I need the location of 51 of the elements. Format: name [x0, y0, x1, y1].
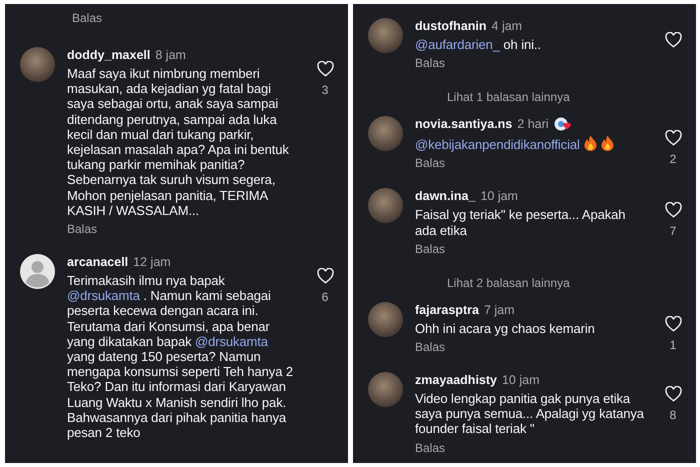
like-count: 8	[670, 408, 676, 422]
timestamp: 2 hari	[517, 116, 549, 132]
heart-icon[interactable]	[664, 32, 682, 48]
view-replies-link[interactable]: Lihat 2 balasan lainnya	[447, 276, 570, 290]
timestamp: 7 jam	[484, 302, 515, 318]
comment-text: Terimakasih ilmu nya bapak @drsukamta . Namun kami sebagai peserta kecewa dengan acara ini. Terutama dari Konsumsi, apa benar yang dikatakan bapak @drsukamta yang dateng 150 peserta? Namun mengapa konsumsi seperti Teh hanya 2 Teko? Dan itu informasi dari Karyawan Luang Waktu x Manish sendiri lho pak. Bahwasannya dari pihak panitia hanya pesan 2 teko	[67, 273, 294, 440]
username[interactable]: doddy_maxell	[67, 47, 150, 63]
comment-text: @kebijakanpendidikanofficial	[415, 135, 646, 152]
reply-link[interactable]: Balas	[415, 56, 446, 70]
username[interactable]: novia.santiya.ns	[415, 116, 512, 132]
avatar-photo[interactable]	[368, 18, 403, 53]
avatar-photo[interactable]	[368, 188, 403, 224]
comment-text: Maaf saya ikut nimbrung memberi masukan, ada kejadian yg fatal bagi saya sebagai ortu, anak saya sampai ditendang perutnya, sampai ada luka kecil dan mual dari tukang parkir, kejelasan masalah apa? Apa ini bentuk tukang parkir memihak panitia? Sebenarnya tak suruh visum segera, Mohon penjelasan panitia, TERIMA KASIH / WASSALAM...	[67, 66, 290, 218]
reply-link[interactable]: Balas	[415, 440, 446, 455]
username[interactable]: dustofhanin	[415, 18, 487, 34]
fire-icon	[584, 135, 597, 152]
like-count: 3	[322, 83, 328, 97]
view-replies-link[interactable]: Lihat 1 balasan lainnya	[447, 90, 570, 104]
reply-link[interactable]: Balas	[67, 222, 98, 236]
like-count: 6	[322, 290, 328, 304]
heart-icon[interactable]	[664, 202, 682, 218]
fire-icon	[600, 135, 614, 152]
avatar-photo[interactable]	[368, 116, 403, 152]
reply-link[interactable]: Balas	[415, 242, 446, 256]
timestamp: 10 jam	[480, 188, 518, 204]
username[interactable]: dawn.ina_	[415, 188, 476, 204]
like-count: 2	[670, 152, 676, 166]
heart-icon[interactable]	[664, 386, 682, 402]
avatar-photo[interactable]	[368, 302, 403, 337]
heart-icon[interactable]	[664, 130, 682, 146]
heart-icon[interactable]	[316, 61, 334, 77]
username[interactable]: arcanacell	[67, 254, 128, 270]
heart-icon[interactable]	[316, 268, 334, 284]
reply-link[interactable]: Balas	[415, 340, 446, 354]
avatar-photo[interactable]	[20, 47, 55, 82]
timestamp: 12 jam	[133, 254, 171, 270]
like-count: 1	[670, 338, 676, 352]
avatar-photo[interactable]	[368, 372, 403, 408]
timestamp: 8 jam	[155, 47, 186, 63]
like-count: 7	[670, 224, 676, 238]
comment-text: Faisal yg teriak" ke peserta... Apakah ada etika	[415, 207, 626, 238]
username[interactable]: fajarasptra	[415, 302, 479, 318]
comment-text: @aufardarien_ oh ini..	[415, 37, 542, 52]
heart-icon[interactable]	[664, 316, 682, 332]
comment-text: Video lengkap panitia gak punya etika saya punya semua... Apalagi yg katanya founder faisal teriak "	[415, 391, 645, 437]
timestamp: 4 jam	[492, 18, 522, 34]
username[interactable]: zmayaadhisty	[415, 372, 497, 388]
reply-link[interactable]: Balas	[415, 156, 446, 170]
comment-text: Ohh ini acara yg chaos kemarin	[415, 320, 596, 336]
timestamp: 10 jam	[502, 372, 540, 388]
reply-link[interactable]: Balas	[72, 11, 102, 25]
